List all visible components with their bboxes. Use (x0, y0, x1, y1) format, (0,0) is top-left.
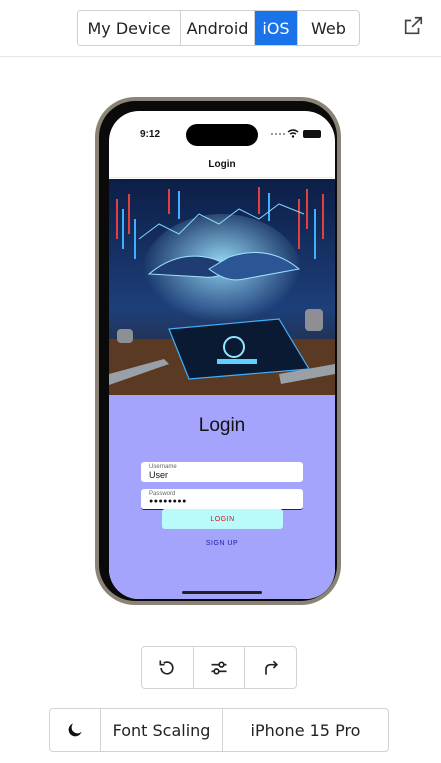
redo-icon (264, 660, 278, 675)
device-select[interactable]: iPhone 15 Pro (223, 709, 388, 751)
moon-icon (68, 723, 82, 737)
font-scaling-button[interactable]: Font Scaling (101, 709, 223, 751)
external-link-icon[interactable] (402, 15, 424, 37)
phone-bezel: 9:12 Login Login Username User Password … (99, 101, 337, 601)
password-field[interactable]: Password ●●●●●●●● (141, 489, 303, 510)
battery-icon (303, 130, 321, 138)
status-time: 9:12 (140, 129, 161, 140)
hero-image (109, 179, 335, 395)
tab-android[interactable]: Android (181, 11, 255, 45)
sliders-icon (211, 660, 227, 674)
nav-title: Login (208, 159, 236, 170)
signal-icon (271, 133, 285, 137)
phone-frame: 9:12 Login Login Username User Password … (95, 97, 341, 605)
login-button[interactable]: LOGIN (162, 509, 283, 529)
username-field[interactable]: Username User (141, 462, 303, 482)
password-value: ●●●●●●●● (149, 498, 187, 505)
tab-ios[interactable]: iOS (255, 11, 298, 45)
device-screen: 9:12 Login Login Username User Password … (109, 111, 335, 599)
status-bar: 9:12 (109, 111, 335, 155)
rotate-button[interactable] (142, 647, 194, 688)
tab-web[interactable]: Web (298, 11, 359, 45)
rotate-icon (159, 660, 174, 675)
nav-divider (109, 177, 335, 178)
bottom-bar: Font Scaling iPhone 15 Pro (49, 708, 389, 752)
settings-button[interactable] (194, 647, 246, 688)
home-indicator (182, 591, 262, 594)
login-heading: Login (198, 415, 246, 436)
wifi-icon (287, 129, 299, 138)
redo-button[interactable] (245, 647, 296, 688)
login-form: Login Username User Password ●●●●●●●● LO… (109, 395, 335, 599)
device-controls (141, 646, 297, 689)
username-value: User (149, 470, 169, 480)
platform-selector: My Device Android iOS Web (77, 10, 360, 46)
tab-my-device[interactable]: My Device (78, 11, 181, 45)
platform-bar: My Device Android iOS Web (0, 0, 441, 57)
dynamic-island (186, 124, 258, 146)
password-label: Password (149, 491, 176, 497)
signup-button[interactable]: SIGN UP (109, 540, 335, 547)
theme-toggle[interactable] (50, 709, 101, 751)
